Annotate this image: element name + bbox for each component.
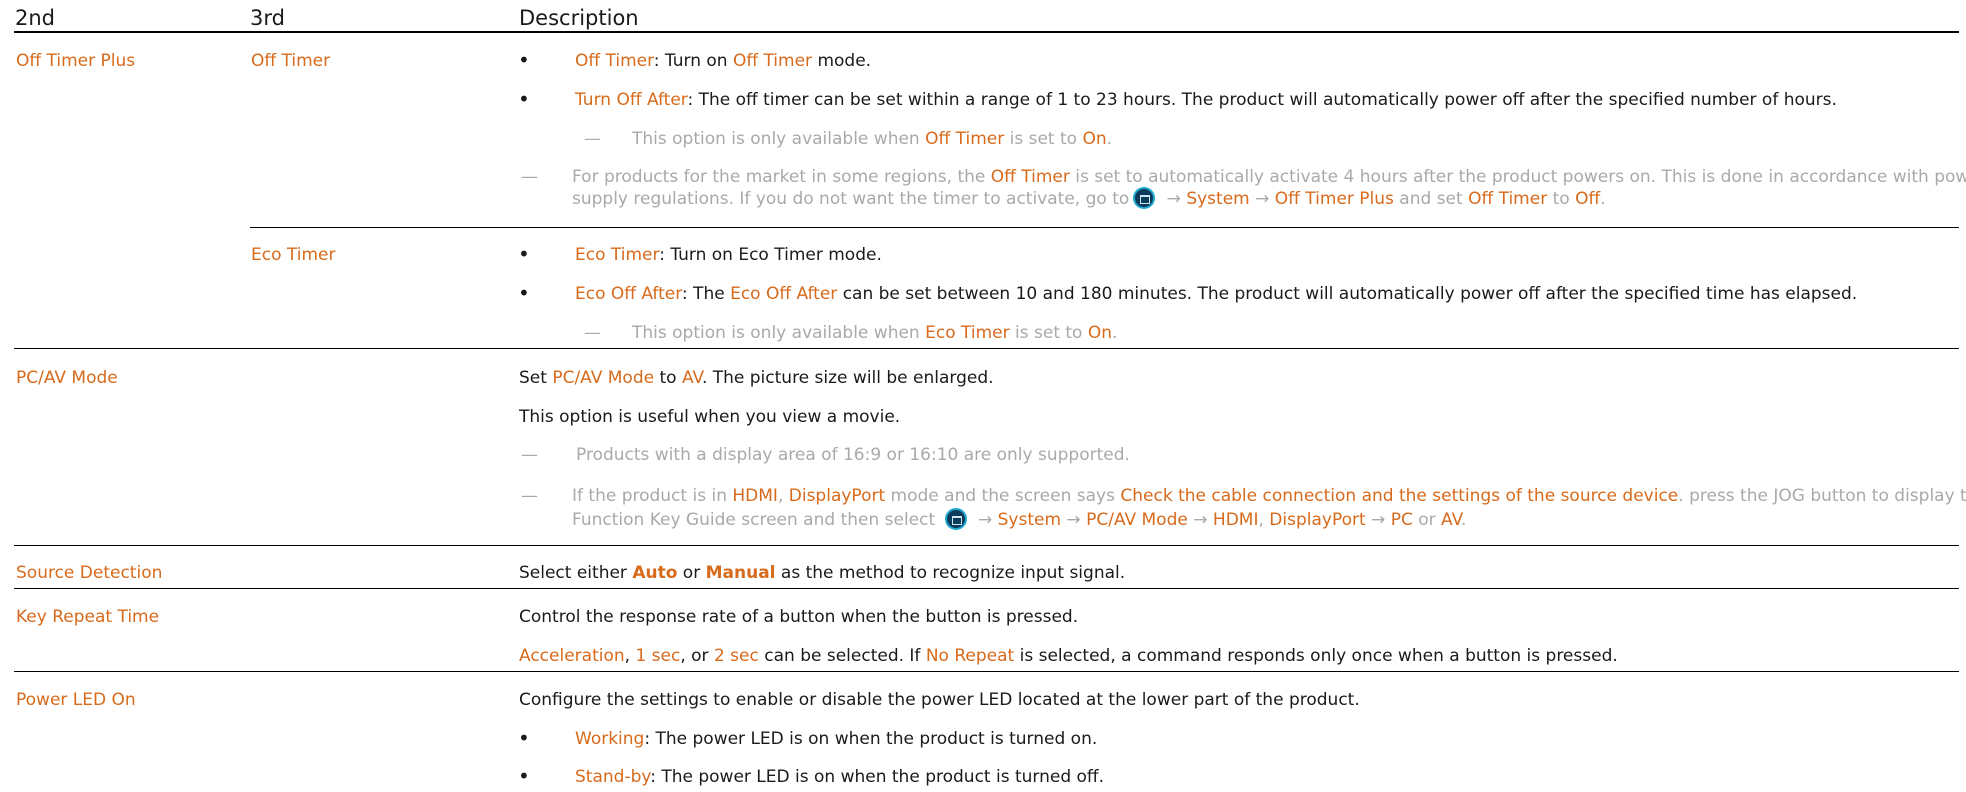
bullet: • [518,242,530,266]
menu-icon [1133,187,1156,209]
key-repeat-paragraph-1: Control the response rate of a button wh… [519,607,1079,627]
row-label-source-detection: Source Detection [16,563,163,583]
power-led-bullet-2: Stand-by: The power LED is on when the p… [575,767,1105,787]
off-timer-bullet-2: Turn Off After: The off timer can be set… [575,90,1837,110]
pcav-paragraph-1: Set PC/AV Mode to AV. The picture size w… [519,368,994,388]
row-label-power-led-on: Power LED On [16,690,136,710]
row-divider [14,348,1959,349]
pcav-paragraph-2: This option is useful when you view a mo… [519,407,901,427]
off-timer-note-2-line-2: supply regulations. If you do not want t… [572,187,1606,209]
bullet: • [518,281,530,305]
key-repeat-paragraph-2: Acceleration, 1 sec, or 2 sec can be sel… [519,646,1618,666]
row-label-key-repeat-time: Key Repeat Time [16,607,160,627]
note-dash: — [521,486,538,506]
row-label-pcav-mode: PC/AV Mode [16,368,118,388]
power-led-bullet-1: Working: The power LED is on when the pr… [575,729,1098,749]
bullet: • [518,87,530,111]
row-label-off-timer: Off Timer [251,51,331,71]
eco-timer-note-1: This option is only available when Eco T… [632,323,1118,343]
bullet: • [518,48,530,72]
column-header-description: Description [519,6,639,30]
row-label-off-timer-plus: Off Timer Plus [16,51,136,71]
row-divider [14,545,1959,546]
pcav-note-2-line-1: If the product is in HDMI, DisplayPort m… [572,486,1966,506]
note-dash: — [584,129,601,149]
eco-timer-bullet-1: Eco Timer: Turn on Eco Timer mode. [575,245,882,265]
row-divider [14,671,1959,672]
row-divider [14,588,1959,589]
pcav-note-1: Products with a display area of 16:9 or … [576,445,1130,465]
eco-timer-bullet-2: Eco Off After: The Eco Off After can be … [575,284,1858,304]
off-timer-bullet-1: Off Timer: Turn on Off Timer mode. [575,51,872,71]
header-rule [14,31,1959,33]
column-header-2nd: 2nd [15,6,56,30]
source-paragraph-1: Select either Auto or Manual as the meth… [519,563,1126,583]
note-dash: — [521,445,538,465]
power-led-paragraph-1: Configure the settings to enable or disa… [519,690,1360,710]
column-header-3rd: 3rd [250,6,285,30]
off-timer-note-1: This option is only available when Off T… [632,129,1113,149]
off-timer-note-2-line-1: For products for the market in some regi… [572,167,1966,187]
note-dash: — [521,167,538,187]
note-dash: — [584,323,601,343]
row-divider [250,227,1959,228]
bullet: • [518,726,530,750]
menu-icon [944,508,967,530]
bullet: • [518,764,530,788]
row-label-eco-timer: Eco Timer [251,245,336,265]
pcav-note-2-line-2: Function Key Guide screen and then selec… [572,508,1467,530]
